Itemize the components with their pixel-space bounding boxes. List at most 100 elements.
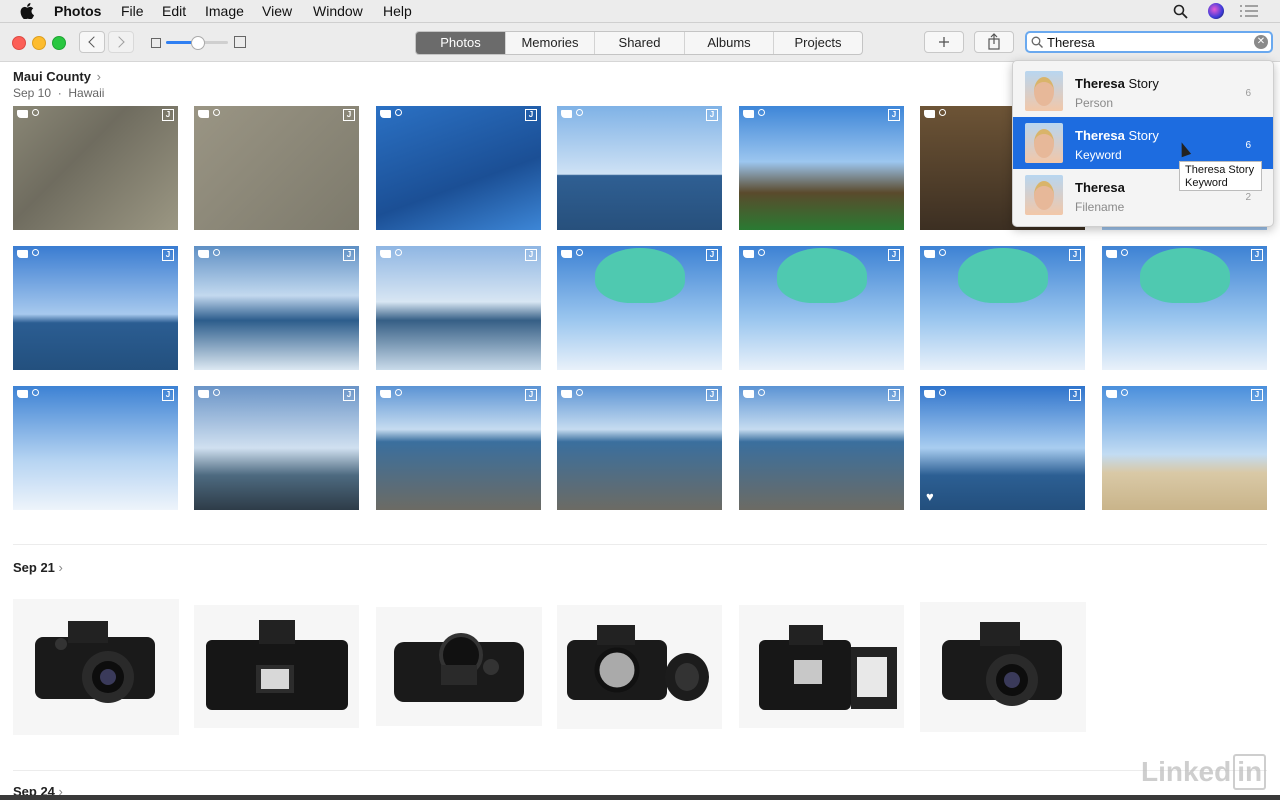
- search-input[interactable]: [1047, 34, 1247, 50]
- back-button[interactable]: [79, 31, 105, 53]
- keyword-tag-icon: [743, 110, 754, 118]
- photo-thumbnail[interactable]: [376, 607, 542, 726]
- location-pin-icon: [758, 109, 765, 116]
- jpeg-badge-icon: J: [706, 109, 718, 121]
- search-field[interactable]: ✕: [1025, 31, 1273, 53]
- keyword-tag-icon: [1106, 250, 1117, 258]
- photo-thumbnail[interactable]: J: [13, 386, 178, 510]
- favorite-heart-icon[interactable]: ♥: [926, 489, 934, 504]
- keyword-tag-icon: [561, 250, 572, 258]
- share-button[interactable]: [974, 31, 1014, 53]
- moment-title[interactable]: Maui County ›: [13, 69, 101, 84]
- forward-button[interactable]: [108, 31, 134, 53]
- photo-thumbnail[interactable]: J: [739, 106, 904, 230]
- menu-file[interactable]: File: [121, 3, 144, 19]
- spotlight-search-icon[interactable]: [1173, 4, 1188, 19]
- location-pin-icon: [213, 109, 220, 116]
- menu-window[interactable]: Window: [313, 3, 363, 19]
- menu-edit[interactable]: Edit: [162, 3, 186, 19]
- jpeg-badge-icon: J: [1069, 249, 1081, 261]
- photo-thumbnail[interactable]: J: [194, 106, 359, 230]
- photo-thumbnail[interactable]: J: [376, 246, 541, 370]
- photo-thumbnail[interactable]: J: [920, 246, 1085, 370]
- photo-thumbnail[interactable]: [920, 602, 1086, 732]
- keyword-tag-icon: [380, 390, 391, 398]
- photo-thumbnail[interactable]: J: [739, 386, 904, 510]
- photo-thumbnail[interactable]: J: [13, 106, 178, 230]
- tab-photos[interactable]: Photos: [416, 32, 505, 54]
- location-pin-icon: [213, 389, 220, 396]
- keyword-tag-icon: [561, 110, 572, 118]
- photo-thumbnail[interactable]: [194, 605, 359, 728]
- siri-icon[interactable]: [1208, 3, 1224, 19]
- suggestion-type: Filename: [1075, 200, 1125, 214]
- close-window-button[interactable]: [12, 36, 26, 50]
- section-divider: [13, 770, 1267, 771]
- photo-thumbnail[interactable]: J: [557, 386, 722, 510]
- photo-thumbnail[interactable]: [557, 605, 722, 729]
- jpeg-badge-icon: J: [162, 249, 174, 261]
- menu-help[interactable]: Help: [383, 3, 412, 19]
- minimize-window-button[interactable]: [32, 36, 46, 50]
- jpeg-badge-icon: J: [162, 389, 174, 401]
- suggestion-person[interactable]: Theresa Story Person 6: [1013, 65, 1273, 117]
- photo-thumbnail[interactable]: J: [194, 386, 359, 510]
- photo-thumbnail[interactable]: J ♥: [920, 386, 1085, 510]
- parasail-shape: [777, 248, 867, 303]
- avatar: [1025, 123, 1063, 163]
- camera-photo: [567, 625, 709, 701]
- tab-projects[interactable]: Projects: [773, 32, 862, 54]
- photo-thumbnail[interactable]: [739, 605, 904, 728]
- zoom-slider-track[interactable]: [166, 36, 228, 50]
- tab-albums[interactable]: Albums: [684, 32, 773, 54]
- large-thumbnail-icon: [234, 36, 246, 48]
- moment-title-sep21[interactable]: Sep 21 ›: [13, 560, 63, 575]
- keyword-tag-icon: [561, 390, 572, 398]
- camera-photo: [759, 625, 897, 710]
- photo-thumbnail[interactable]: [13, 599, 179, 735]
- jpeg-badge-icon: J: [1069, 389, 1081, 401]
- keyword-tag-icon: [198, 110, 209, 118]
- suggestion-type: Keyword: [1075, 148, 1122, 162]
- zoom-slider-thumb[interactable]: [191, 36, 205, 50]
- suggestion-type: Person: [1075, 96, 1114, 110]
- photo-thumbnail[interactable]: J: [194, 246, 359, 370]
- camera-photo: [206, 620, 348, 710]
- location-pin-icon: [939, 389, 946, 396]
- parasail-shape: [595, 248, 685, 303]
- keyword-tag-icon: [924, 110, 935, 118]
- moment-subtitle: Sep 10 · Hawaii: [13, 86, 105, 100]
- jpeg-badge-icon: J: [343, 249, 355, 261]
- keyword-tag-icon: [198, 250, 209, 258]
- add-button[interactable]: [924, 31, 964, 53]
- photo-thumbnail[interactable]: J: [739, 246, 904, 370]
- photo-thumbnail[interactable]: J: [557, 246, 722, 370]
- location-pin-icon: [32, 389, 39, 396]
- location-pin-icon: [213, 249, 220, 256]
- menu-app-name[interactable]: Photos: [54, 3, 101, 19]
- apple-icon[interactable]: [20, 3, 34, 19]
- photo-thumbnail[interactable]: J: [1102, 386, 1267, 510]
- location-pin-icon: [32, 109, 39, 116]
- zoom-window-button[interactable]: [52, 36, 66, 50]
- suggestion-name: Theresa Story: [1075, 128, 1159, 143]
- keyword-tag-icon: [380, 250, 391, 258]
- camera-photo: [35, 621, 155, 703]
- list-icon[interactable]: [1240, 4, 1258, 18]
- suggestion-name: Theresa Story: [1075, 76, 1159, 91]
- photo-thumbnail[interactable]: J: [376, 106, 541, 230]
- location-pin-icon: [395, 389, 402, 396]
- menu-view[interactable]: View: [262, 3, 292, 19]
- jpeg-badge-icon: J: [343, 389, 355, 401]
- photo-thumbnail[interactable]: J: [13, 246, 178, 370]
- photo-thumbnail[interactable]: J: [557, 106, 722, 230]
- clear-search-icon[interactable]: ✕: [1254, 35, 1268, 49]
- tab-memories[interactable]: Memories: [505, 32, 594, 54]
- photo-thumbnail[interactable]: J: [376, 386, 541, 510]
- photo-thumbnail[interactable]: J: [1102, 246, 1267, 370]
- tab-shared[interactable]: Shared: [594, 32, 684, 54]
- menu-image[interactable]: Image: [205, 3, 244, 19]
- jpeg-badge-icon: J: [706, 389, 718, 401]
- suggestion-count: 6: [1245, 140, 1251, 151]
- share-icon: [988, 33, 1000, 50]
